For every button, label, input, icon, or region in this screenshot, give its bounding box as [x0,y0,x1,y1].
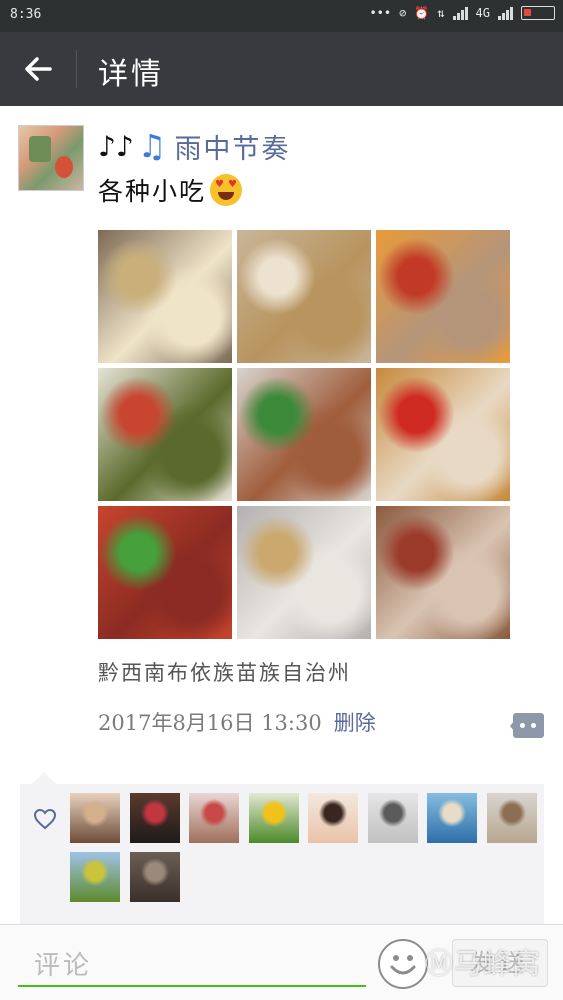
liker-avatar[interactable] [70,852,120,902]
status-bar: 8:36 ••• ⊘ ⏰ ⇅ 4G [0,0,563,32]
photo-jelly-dessert[interactable] [376,368,510,501]
data-arrows-icon: ⇅ [437,6,445,20]
smiley-icon[interactable] [378,939,428,989]
post-location[interactable]: 黔西南布依族苗族自治州 [98,657,351,687]
comment-more-button[interactable] [510,713,544,738]
post-text: 各种小吃 ♥ ♥ [98,172,243,208]
liker-avatar[interactable] [129,852,180,902]
liker-avatar[interactable] [308,793,358,843]
photo-grid [98,230,510,639]
heart-outline-icon [33,808,57,830]
comment-placeholder: 评论 [34,951,93,981]
mute-icon: ⊘ [399,6,407,20]
liker-avatar[interactable] [427,793,477,843]
more-dots-icon: ••• [369,6,392,20]
music-note-icon: ♪♪ [98,129,134,163]
liker-avatar[interactable] [129,793,180,843]
photo-peanut-noodle-bowl[interactable] [237,368,371,501]
heart-eyes-emoji-icon: ♥ ♥ [210,174,243,206]
author-name-row[interactable]: ♪♪ ♫ 雨中节奏 [98,124,290,168]
delete-link[interactable]: 删除 [334,707,376,737]
watermark: Ⓜ马蜂窝 [425,942,541,982]
photo-sauce-bowls[interactable] [376,230,510,363]
app-bar: 详情 [0,32,563,106]
photo-dumpling[interactable] [237,506,371,639]
status-time: 8:36 [10,7,42,22]
post-content: 各种小吃 [98,177,207,206]
likes-panel [20,772,544,926]
page-title: 详情 [98,57,164,92]
post-meta: 2017年8月16日 13:30 删除 [98,707,376,737]
liker-avatar[interactable] [70,793,120,843]
alarm-icon: ⏰ [414,6,430,20]
watermark-text: 马蜂窝 [454,947,542,980]
arrow-left-icon [25,57,52,81]
liker-avatar[interactable] [367,793,418,843]
signal-icon [452,6,468,20]
photo-tofu-platter[interactable] [98,230,232,363]
battery-icon [521,6,555,20]
author-name[interactable]: 雨中节奏 [174,127,290,166]
photo-tripe-soup[interactable] [376,506,510,639]
divider [76,50,77,88]
mafengwo-logo-icon: Ⓜ [425,947,455,980]
liker-avatar[interactable] [486,793,537,843]
music-note-icon-blue: ♫ [137,127,167,165]
liker-avatar[interactable] [189,793,239,843]
photo-fried-crisps[interactable] [237,230,371,363]
author-avatar[interactable] [18,125,84,191]
back-button[interactable] [20,52,56,86]
photo-beef-noodle-soup[interactable] [98,506,232,639]
signal-icon-2 [498,6,513,20]
comment-input[interactable]: 评论 [18,939,366,987]
status-icons: ••• ⊘ ⏰ ⇅ 4G [369,6,555,20]
photo-noodle-salad[interactable] [98,368,232,501]
post-timestamp: 2017年8月16日 13:30 [98,711,322,735]
liker-avatar[interactable] [248,793,299,843]
network-type: 4G [475,6,490,20]
